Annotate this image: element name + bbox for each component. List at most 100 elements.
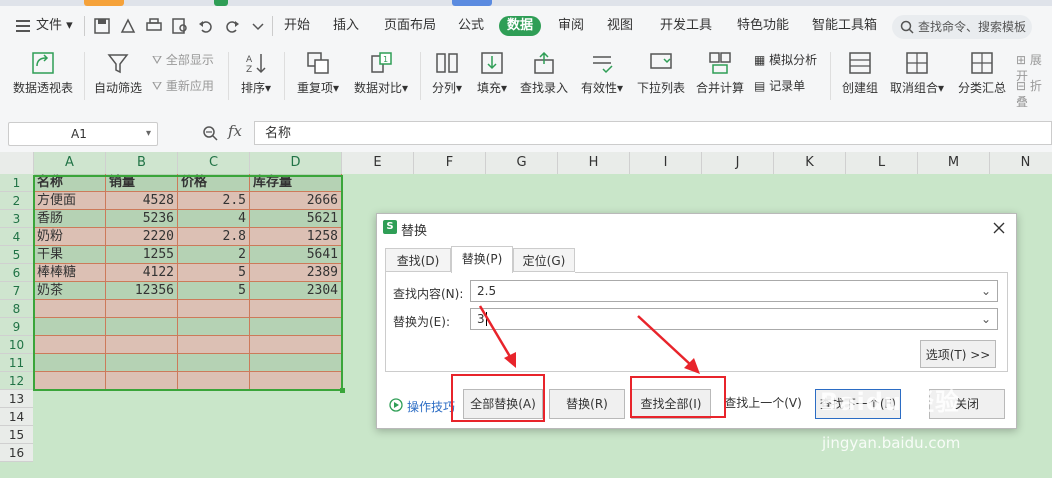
name-box[interactable]: A1 ▾ [8, 122, 158, 146]
row-header[interactable]: 9 [0, 318, 33, 336]
tab-home[interactable]: 开始 [284, 16, 310, 36]
zoom-icon[interactable] [202, 125, 218, 141]
select-all-corner[interactable] [0, 152, 34, 174]
fx-icon[interactable]: fx [228, 122, 242, 140]
save-icon[interactable] [94, 18, 110, 34]
validity-button[interactable]: 有效性▾ [578, 52, 626, 96]
record-form-button[interactable]: ▤ 记录单 [754, 78, 805, 94]
fill-button[interactable]: 填充▾ [474, 52, 510, 96]
split-columns-button[interactable]: 分列▾ [428, 52, 466, 96]
column-header-j[interactable]: J [702, 152, 774, 174]
data-compare-label: 数据对比 [353, 81, 402, 95]
sort-button[interactable]: AZ 排序▾ [236, 52, 276, 96]
column-header-d[interactable]: D [250, 152, 342, 174]
row-header[interactable]: 5 [0, 246, 33, 264]
row-header[interactable]: 7 [0, 282, 33, 300]
column-header-c[interactable]: C [178, 152, 250, 174]
column-header-l[interactable]: L [846, 152, 918, 174]
column-header-b[interactable]: B [106, 152, 178, 174]
search-icon [900, 20, 914, 34]
validity-icon [593, 56, 613, 74]
tab-view[interactable]: 视图 [607, 16, 633, 36]
create-group-button[interactable]: 创建组 [838, 52, 882, 96]
tab-review[interactable]: 审阅 [558, 16, 584, 36]
redo-icon[interactable] [224, 18, 240, 34]
row-header[interactable]: 16 [0, 444, 33, 462]
column-header-m[interactable]: M [918, 152, 990, 174]
tab-goto[interactable]: 定位(G) [513, 248, 575, 272]
tab-replace[interactable]: 替换(P) [451, 246, 513, 273]
dropdown-list-button[interactable]: 下拉列表 [634, 52, 688, 96]
reapply-label: 重新应用 [165, 79, 214, 93]
column-header-h[interactable]: H [558, 152, 630, 174]
row-header[interactable]: 6 [0, 264, 33, 282]
subtotal-button[interactable]: 分类汇总 [956, 52, 1008, 96]
chevron-down-icon[interactable]: ⌄ [981, 309, 991, 329]
tab-smart-toolbox[interactable]: 智能工具箱 [812, 16, 877, 36]
column-header-k[interactable]: K [774, 152, 846, 174]
row-header[interactable]: 14 [0, 408, 33, 426]
tab-developer[interactable]: 开发工具 [660, 16, 712, 36]
find-what-value: 2.5 [477, 284, 497, 298]
customize-icon[interactable] [250, 18, 266, 34]
column-header-i[interactable]: I [630, 152, 702, 174]
formula-input[interactable]: 名称 [254, 121, 1052, 145]
tab-page-layout[interactable]: 页面布局 [384, 16, 436, 36]
tab-formulas[interactable]: 公式 [458, 16, 484, 36]
simulate-analysis-button[interactable]: ▦ 模拟分析 [754, 52, 817, 68]
data-compare-button[interactable]: 1 数据对比▾ [350, 52, 412, 96]
lookup-entry-button[interactable]: 查找录入 [518, 52, 570, 96]
record-form-label: 记录单 [769, 79, 806, 93]
tips-link[interactable]: 操作技巧 [407, 398, 455, 415]
row-header[interactable]: 15 [0, 426, 33, 444]
fill-handle[interactable] [340, 388, 345, 393]
row-header[interactable]: 2 [0, 192, 33, 210]
duplicates-button[interactable]: 重复项▾ [292, 52, 344, 96]
column-header-g[interactable]: G [486, 152, 558, 174]
file-menu[interactable]: 文件 ▾ [36, 16, 73, 36]
find-previous-button[interactable]: 查找上一个(V) [723, 389, 803, 419]
record-form-icon: ▤ [754, 79, 766, 93]
tab-data[interactable]: 数据 [499, 16, 542, 36]
find-what-input[interactable]: 2.5 ⌄ [470, 280, 998, 302]
column-header-n[interactable]: N [990, 152, 1052, 174]
row-header[interactable]: 1 [0, 174, 33, 192]
tab-find[interactable]: 查找(D) [385, 248, 451, 272]
row-header[interactable]: 11 [0, 354, 33, 372]
search-input[interactable]: 查找命令、搜索模板 [892, 15, 1032, 39]
replace-with-input[interactable]: 3 ⌄ [470, 308, 998, 330]
row-header[interactable]: 8 [0, 300, 33, 318]
collapse-button[interactable]: ⊟ 折叠 [1016, 78, 1052, 109]
tab-features[interactable]: 特色功能 [737, 16, 789, 36]
group-icon [849, 52, 871, 74]
reapply-button[interactable]: ⛛ 重新应用 [152, 78, 214, 94]
ungroup-button[interactable]: 取消组合▾ [886, 52, 948, 96]
hamburger-icon[interactable] [16, 20, 30, 35]
row-header[interactable]: 13 [0, 390, 33, 408]
export-icon[interactable] [120, 18, 136, 34]
pivot-table-button[interactable]: 数据透视表 [10, 52, 76, 96]
row-header[interactable]: 4 [0, 228, 33, 246]
column-header-a[interactable]: A [34, 152, 106, 174]
show-all-button[interactable]: ⛛ 全部显示 [152, 52, 214, 68]
undo-icon[interactable] [198, 18, 214, 34]
print-preview-icon[interactable] [172, 18, 188, 34]
play-tips-icon[interactable] [389, 398, 403, 412]
row-header[interactable]: 12 [0, 372, 33, 390]
tab-insert[interactable]: 插入 [333, 16, 359, 36]
column-header-f[interactable]: F [414, 152, 486, 174]
expand-button[interactable]: ⊞ 展开 [1016, 52, 1052, 83]
print-icon[interactable] [146, 18, 162, 34]
options-button[interactable]: 选项(T) >> [920, 340, 996, 368]
row-header[interactable]: 3 [0, 210, 33, 228]
autofilter-button[interactable]: 自动筛选 [92, 52, 144, 96]
close-icon[interactable] [993, 222, 1005, 234]
row-header[interactable]: 10 [0, 336, 33, 354]
cell-reference: A1 [71, 127, 87, 141]
chevron-down-icon[interactable]: ⌄ [981, 281, 991, 301]
column-header-e[interactable]: E [342, 152, 414, 174]
pivot-table-label: 数据透视表 [12, 81, 73, 95]
consolidate-button[interactable]: 合并计算 [694, 52, 746, 96]
chevron-down-icon[interactable]: ▾ [146, 123, 151, 145]
replace-button[interactable]: 替换(R) [549, 389, 625, 419]
